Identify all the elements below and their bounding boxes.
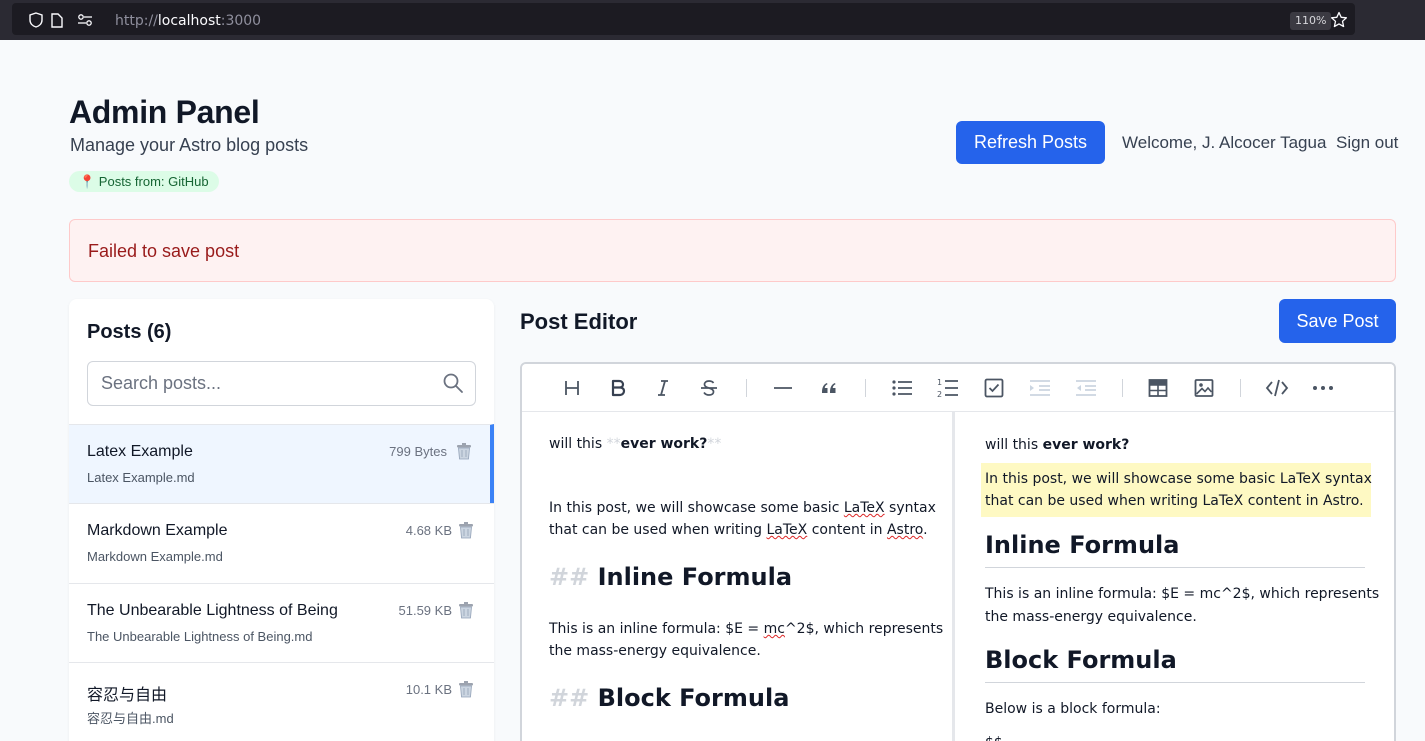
post-item-markdown-example[interactable]: Markdown Example Markdown Example.md 4.6…	[69, 503, 494, 583]
preview-paragraph: This is an inline formula: $E = mc^2$, w…	[985, 586, 1380, 602]
toolbar-separator	[1122, 379, 1123, 397]
post-item-latex-example[interactable]: Latex Example Latex Example.md 799 Bytes	[69, 424, 494, 504]
post-title: The Unbearable Lightness of Being	[87, 602, 338, 619]
post-title: Markdown Example	[87, 522, 228, 539]
posts-sidebar: Posts (6) Latex Example Latex Example.md…	[69, 299, 494, 741]
address-bar[interactable]: http://localhost:3000 110%	[12, 3, 1355, 35]
save-post-button[interactable]: Save Post	[1279, 299, 1396, 343]
md-line: This is an inline formula: $E = mc^2$, w…	[549, 621, 944, 637]
post-filename: The Unbearable Lightness of Being.md	[87, 629, 313, 644]
refresh-posts-button[interactable]: Refresh Posts	[956, 121, 1105, 164]
heading-icon[interactable]	[560, 376, 584, 400]
heading-rule	[985, 567, 1365, 568]
outdent-icon[interactable]	[1074, 376, 1098, 400]
toolbar-separator	[865, 379, 866, 397]
preview-heading: Block Formula	[985, 646, 1177, 674]
code-icon[interactable]	[1265, 376, 1289, 400]
permissions-icon[interactable]	[77, 12, 93, 28]
task-list-icon[interactable]	[982, 376, 1006, 400]
horizontal-rule-icon[interactable]	[771, 376, 795, 400]
md-heading: ## Inline Formula	[549, 563, 793, 591]
indent-icon[interactable]	[1028, 376, 1052, 400]
more-icon[interactable]	[1311, 376, 1335, 400]
preview-paragraph: the mass-energy equivalence.	[985, 609, 1197, 625]
post-size: 4.68 KB	[405, 523, 452, 538]
post-title: 容忍与自由	[87, 687, 168, 704]
svg-text:2: 2	[937, 390, 942, 399]
italic-icon[interactable]	[651, 376, 675, 400]
post-size: 10.1 KB	[405, 682, 452, 697]
error-message: Failed to save post	[88, 241, 240, 261]
post-item-tolerance-freedom[interactable]: 容忍与自由 容忍与自由.md 10.1 KB	[69, 662, 494, 741]
error-alert: Failed to save post	[69, 219, 1396, 282]
toolbar-separator	[746, 379, 747, 397]
preview-paragraph: In this post, we will showcase some basi…	[985, 471, 1372, 487]
delete-post-icon[interactable]	[458, 680, 474, 698]
toolbar-separator	[1240, 379, 1241, 397]
post-size: 799 Bytes	[389, 444, 447, 459]
markdown-editor: 12 will this **ever work?** In this post…	[520, 362, 1396, 741]
page-subtitle: Manage your Astro blog posts	[70, 135, 309, 155]
search-icon[interactable]	[442, 372, 464, 394]
browser-toolbar-right	[1355, 0, 1425, 40]
post-title: Latex Example	[87, 443, 193, 460]
delete-post-icon[interactable]	[456, 442, 472, 460]
post-item-unbearable-lightness[interactable]: The Unbearable Lightness of Being The Un…	[69, 583, 494, 663]
bold-icon[interactable]	[606, 376, 630, 400]
page-icon[interactable]	[49, 12, 65, 28]
bullet-list-icon[interactable]	[890, 376, 914, 400]
editor-toolbar: 12	[522, 364, 1394, 412]
post-filename: 容忍与自由.md	[87, 711, 174, 726]
md-line: the mass-energy equivalence.	[549, 643, 761, 659]
md-heading: ## Block Formula	[549, 684, 790, 712]
search-input[interactable]	[88, 362, 428, 405]
delete-post-icon[interactable]	[458, 601, 474, 619]
page-title: Admin Panel	[69, 94, 260, 130]
zoom-level[interactable]: 110%	[1290, 12, 1332, 30]
shield-icon[interactable]	[28, 12, 44, 28]
ordered-list-icon[interactable]: 12	[936, 376, 960, 400]
url-text[interactable]: http://localhost:3000	[115, 13, 261, 29]
search-box[interactable]	[87, 361, 476, 406]
markdown-preview-pane: will this ever work? In this post, we wi…	[958, 412, 1394, 741]
post-filename: Latex Example.md	[87, 470, 195, 485]
svg-text:1: 1	[937, 378, 942, 387]
markdown-source-pane[interactable]: will this **ever work?** In this post, w…	[522, 412, 955, 741]
bookmark-star-icon[interactable]	[1330, 11, 1348, 29]
posts-source-badge: 📍 Posts from: GitHub	[69, 171, 219, 192]
editor-title: Post Editor	[520, 309, 638, 334]
preview-paragraph: $$	[985, 732, 1003, 741]
md-line: will this **ever work?**	[549, 436, 722, 452]
delete-post-icon[interactable]	[458, 521, 474, 539]
table-icon[interactable]	[1146, 376, 1170, 400]
md-line: that can be used when writing LaTeX cont…	[549, 522, 928, 538]
preview-paragraph: Below is a block formula:	[985, 701, 1161, 717]
strikethrough-icon[interactable]	[697, 376, 721, 400]
md-line: In this post, we will showcase some basi…	[549, 500, 936, 516]
preview-line: will this ever work?	[985, 437, 1130, 453]
posts-count-title: Posts (6)	[87, 321, 172, 343]
quote-icon[interactable]	[817, 376, 841, 400]
post-size: 51.59 KB	[398, 603, 453, 618]
browser-toolbar: http://localhost:3000 110%	[0, 0, 1425, 40]
sign-out-link[interactable]: Sign out	[1336, 133, 1398, 153]
heading-rule	[985, 682, 1365, 683]
image-icon[interactable]	[1192, 376, 1216, 400]
welcome-message: Welcome, J. Alcocer Tagua	[1122, 133, 1327, 152]
post-filename: Markdown Example.md	[87, 549, 223, 564]
preview-paragraph: that can be used when writing LaTeX cont…	[985, 493, 1364, 509]
preview-heading: Inline Formula	[985, 531, 1180, 559]
